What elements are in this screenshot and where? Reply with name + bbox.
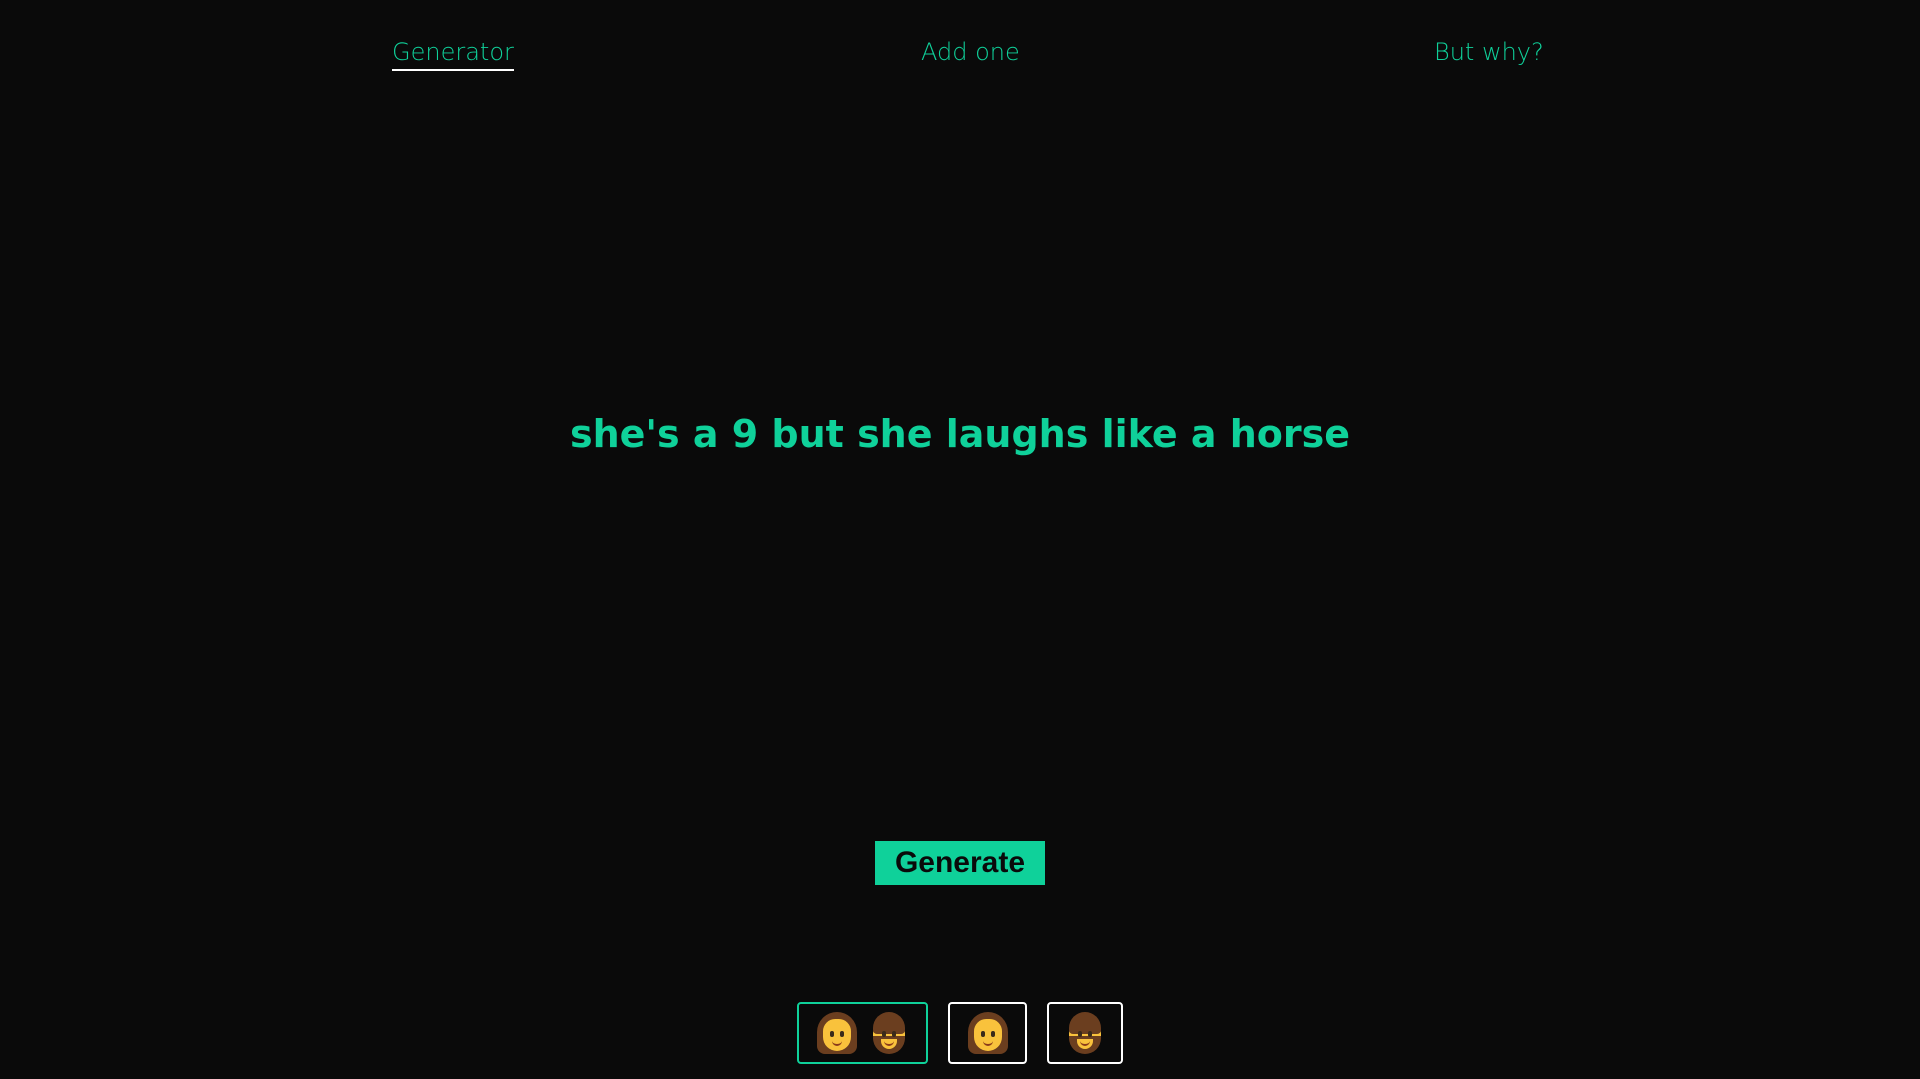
man-emoji-icon (1065, 1012, 1105, 1054)
nav-link-add-one[interactable]: Add one (921, 36, 1020, 68)
filter-him-button[interactable] (1047, 1002, 1123, 1064)
woman-emoji-icon (816, 1012, 857, 1054)
filter-both-button[interactable] (797, 1002, 928, 1064)
nav-link-generator[interactable]: Generator (392, 36, 514, 71)
generated-phrase: she's a 9 but she laughs like a horse (569, 412, 1351, 456)
woman-emoji-icon (967, 1012, 1008, 1054)
top-nav: Generator Add one But why? (0, 0, 1920, 110)
man-emoji-icon (869, 1012, 909, 1054)
nav-link-but-why[interactable]: But why? (1434, 36, 1544, 68)
generate-button[interactable]: Generate (875, 841, 1045, 885)
filter-her-button[interactable] (948, 1002, 1027, 1064)
